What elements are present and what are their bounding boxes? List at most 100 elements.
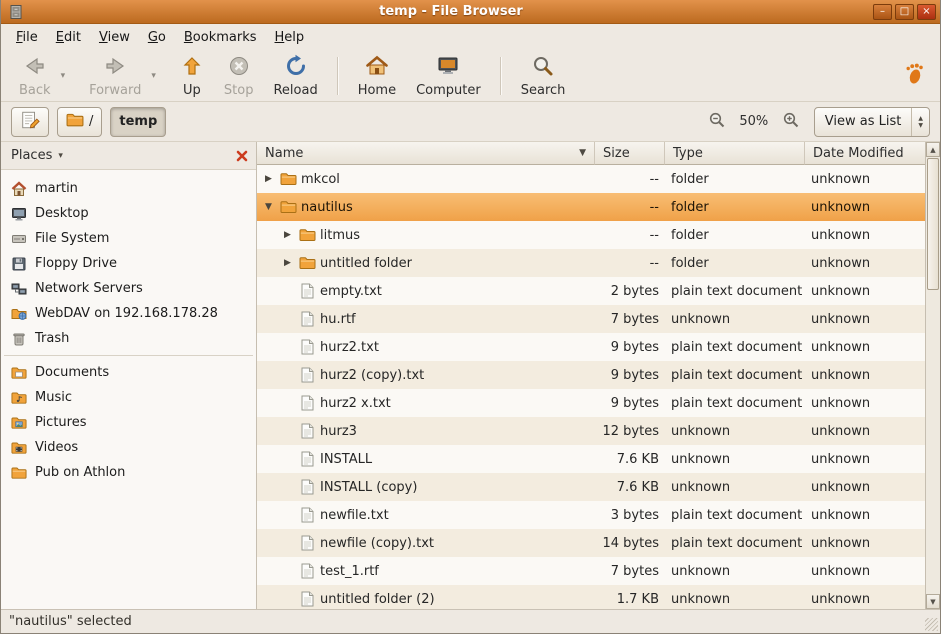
file-name: litmus — [320, 228, 360, 243]
toolbar-separator — [500, 57, 502, 95]
table-row[interactable]: newfile.txt 3 bytes plain text document … — [257, 501, 925, 529]
menu-go[interactable]: Go — [139, 27, 175, 48]
sidebar-item-floppy[interactable]: Floppy Drive — [1, 251, 256, 276]
view-mode-select[interactable]: View as List ▲ ▼ — [814, 107, 930, 137]
scroll-up-button[interactable]: ▲ — [926, 142, 940, 157]
vertical-scrollbar[interactable]: ▲ ▼ — [925, 142, 940, 609]
home-button[interactable]: Home — [348, 51, 406, 101]
indent — [259, 487, 278, 488]
zoom-level: 50% — [736, 114, 772, 129]
stop-button[interactable]: Stop — [214, 51, 264, 101]
sidebar-item-label: Trash — [35, 331, 69, 346]
back-button[interactable]: Back — [9, 51, 61, 101]
table-row[interactable]: hurz2 x.txt 9 bytes plain text document … — [257, 389, 925, 417]
resize-grip[interactable] — [925, 618, 938, 631]
zoom-out-button[interactable] — [706, 109, 728, 135]
sidebar-item-desktop[interactable]: Desktop — [1, 201, 256, 226]
table-row[interactable]: ▼ nautilus -- folder unknown — [257, 193, 925, 221]
sidebar-item-trash[interactable]: Trash — [1, 326, 256, 351]
menu-edit[interactable]: Edit — [47, 27, 90, 48]
file-name: INSTALL (copy) — [320, 480, 417, 495]
titlebar[interactable]: temp - File Browser – □ × — [1, 0, 940, 24]
edit-location-icon — [20, 110, 40, 134]
table-row[interactable]: ▶ mkcol -- folder unknown — [257, 165, 925, 193]
indent — [259, 571, 278, 572]
view-mode-spinner[interactable]: ▲ ▼ — [911, 108, 929, 136]
table-row[interactable]: ▶ untitled folder -- folder unknown — [257, 249, 925, 277]
menu-view[interactable]: View — [90, 27, 139, 48]
menu-bookmarks[interactable]: Bookmarks — [175, 27, 266, 48]
scrollbar-trough[interactable] — [926, 157, 940, 594]
floppy-icon — [11, 256, 27, 272]
table-row[interactable]: ▶ litmus -- folder unknown — [257, 221, 925, 249]
up-button[interactable]: Up — [170, 51, 214, 101]
close-button[interactable]: × — [917, 4, 936, 20]
up-icon — [180, 54, 204, 82]
file-size: 7 bytes — [595, 564, 665, 579]
indent — [259, 235, 278, 236]
path-root-button[interactable]: / — [57, 107, 102, 137]
table-row[interactable]: hurz3 12 bytes unknown unknown — [257, 417, 925, 445]
menu-file[interactable]: File — [7, 27, 47, 48]
file-type: unknown — [665, 564, 805, 579]
minimize-button[interactable]: – — [873, 4, 892, 20]
table-row[interactable]: hu.rtf 7 bytes unknown unknown — [257, 305, 925, 333]
home-icon — [11, 181, 27, 197]
table-row[interactable]: hurz2 (copy).txt 9 bytes plain text docu… — [257, 361, 925, 389]
column-header-type[interactable]: Type — [665, 142, 805, 165]
table-row[interactable]: empty.txt 2 bytes plain text document un… — [257, 277, 925, 305]
table-row[interactable]: untitled folder (2) 1.7 KB unknown unkno… — [257, 585, 925, 609]
forward-button[interactable]: Forward — [79, 51, 151, 101]
sidebar-item-pictures[interactable]: Pictures — [1, 410, 256, 435]
menubar: File Edit View Go Bookmarks Help — [1, 24, 940, 50]
maximize-button[interactable]: □ — [895, 4, 914, 20]
search-button[interactable]: Search — [511, 51, 576, 101]
file-name: mkcol — [301, 172, 340, 187]
sidebar-item-documents[interactable]: Documents — [1, 360, 256, 385]
column-header-name[interactable]: Name ▼ — [257, 142, 595, 165]
scrollbar-thumb[interactable] — [927, 158, 939, 290]
sidebar-item-pub[interactable]: Pub on Athlon — [1, 460, 256, 485]
back-history-dropdown[interactable]: ▾ — [61, 71, 66, 81]
file-manager-icon — [8, 3, 26, 21]
forward-history-dropdown[interactable]: ▾ — [151, 71, 156, 81]
places-header[interactable]: Places ▾ — [1, 142, 256, 170]
expander-icon[interactable]: ▶ — [278, 258, 297, 268]
table-row[interactable]: INSTALL 7.6 KB unknown unknown — [257, 445, 925, 473]
table-row[interactable]: INSTALL (copy) 7.6 KB unknown unknown — [257, 473, 925, 501]
remote-folder-icon — [11, 306, 27, 322]
expander-icon[interactable]: ▶ — [259, 174, 278, 184]
table-row[interactable]: newfile (copy).txt 14 bytes plain text d… — [257, 529, 925, 557]
column-header-size[interactable]: Size — [595, 142, 665, 165]
table-row[interactable]: hurz2.txt 9 bytes plain text document un… — [257, 333, 925, 361]
reload-button[interactable]: Reload — [263, 51, 327, 101]
sidebar-item-filesystem[interactable]: File System — [1, 226, 256, 251]
table-row[interactable]: test_1.rtf 7 bytes unknown unknown — [257, 557, 925, 585]
menu-help[interactable]: Help — [266, 27, 314, 48]
sidebar-item-music[interactable]: Music — [1, 385, 256, 410]
zoom-in-button[interactable] — [780, 109, 802, 135]
expander-icon[interactable]: ▼ — [259, 202, 278, 212]
folder-icon — [297, 228, 317, 242]
file-icon — [297, 283, 317, 299]
home-icon — [365, 54, 389, 82]
close-icon: × — [922, 7, 930, 17]
expander-icon[interactable]: ▶ — [278, 230, 297, 240]
file-type: unknown — [665, 452, 805, 467]
sidebar-item-label: WebDAV on 192.168.178.28 — [35, 306, 218, 321]
path-current-button[interactable]: temp — [110, 107, 166, 137]
name-cell: hu.rtf — [257, 311, 595, 327]
minimize-icon: – — [880, 7, 885, 17]
sidebar-item-videos[interactable]: Videos — [1, 435, 256, 460]
edit-location-button[interactable] — [11, 107, 49, 137]
sidebar-item-network[interactable]: Network Servers — [1, 276, 256, 301]
computer-button[interactable]: Computer — [406, 51, 491, 101]
sidebar-item-webdav[interactable]: WebDAV on 192.168.178.28 — [1, 301, 256, 326]
file-type: plain text document — [665, 396, 805, 411]
column-header-date[interactable]: Date Modified — [805, 142, 925, 165]
indent — [259, 347, 278, 348]
places-close-button[interactable] — [235, 149, 249, 163]
file-size: -- — [595, 200, 665, 215]
scroll-down-button[interactable]: ▼ — [926, 594, 940, 609]
sidebar-item-home[interactable]: martin — [1, 176, 256, 201]
